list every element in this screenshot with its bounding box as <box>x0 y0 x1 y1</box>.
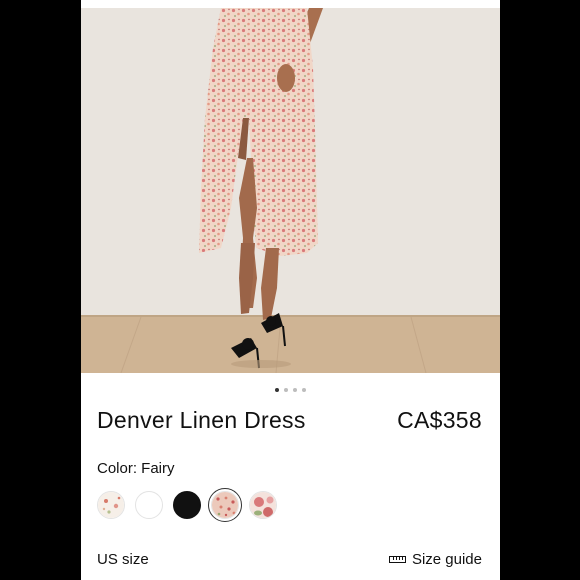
product-image[interactable] <box>81 8 500 373</box>
size-label: US size <box>97 551 149 568</box>
swatch-white-floral[interactable] <box>97 491 125 519</box>
color-label: Color: Fairy <box>97 460 175 477</box>
carousel-dot[interactable] <box>293 388 297 392</box>
swatch-white[interactable] <box>135 491 163 519</box>
carousel-dot[interactable] <box>275 388 279 392</box>
swatch-rose-print[interactable] <box>249 491 277 519</box>
product-price: CA$358 <box>397 407 482 433</box>
carousel-indicator[interactable] <box>81 388 500 396</box>
swatch-fairy-pink-floral[interactable] <box>208 488 242 522</box>
swatch-black[interactable] <box>173 491 201 519</box>
carousel-dot[interactable] <box>302 388 306 392</box>
size-guide-label: Size guide <box>411 551 482 568</box>
size-guide-link[interactable]: Size guide <box>388 551 482 568</box>
carousel-dot[interactable] <box>284 388 288 392</box>
product-title: Denver Linen Dress <box>97 407 306 433</box>
ruler-icon <box>388 556 406 563</box>
color-swatches <box>97 488 277 522</box>
product-page: Denver Linen Dress CA$358 Color: Fairy U… <box>81 0 500 580</box>
